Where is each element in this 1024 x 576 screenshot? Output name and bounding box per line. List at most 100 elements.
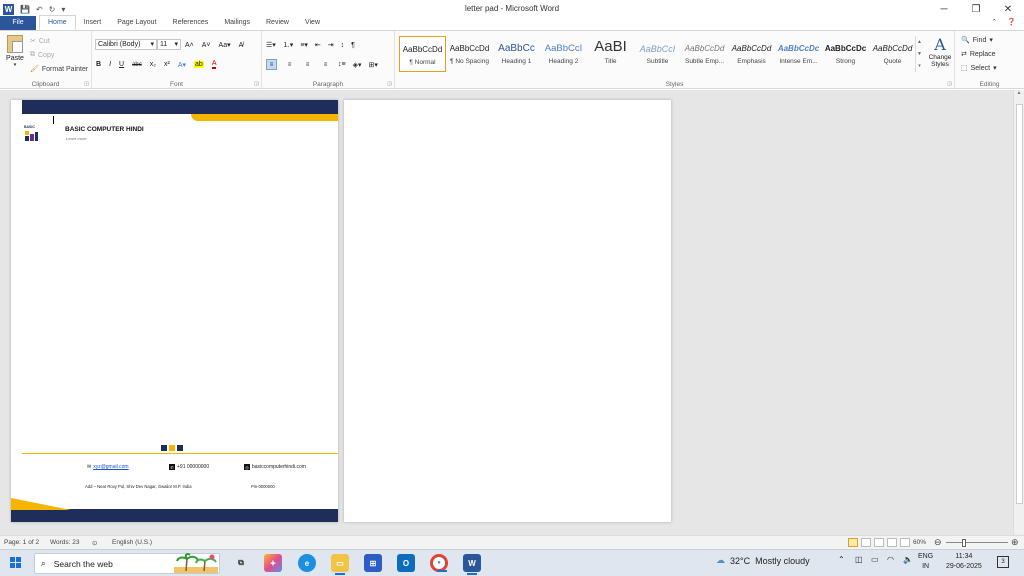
zoom-level[interactable]: 60% <box>913 539 926 546</box>
sort-icon[interactable]: ↕ <box>341 42 345 49</box>
font-launcher-icon[interactable]: ◲ <box>254 81 259 87</box>
bold-button[interactable]: B <box>96 61 101 68</box>
scroll-thumb[interactable] <box>1016 104 1023 504</box>
decrease-indent-icon[interactable]: ⇤ <box>315 41 321 49</box>
edge-browser-icon[interactable]: e <box>298 554 316 572</box>
chevron-down-icon[interactable]: ▼ <box>916 48 923 60</box>
change-styles-button[interactable]: A Change Styles <box>927 35 953 68</box>
redo-icon[interactable]: ↻ <box>49 5 56 14</box>
page-2[interactable] <box>344 100 671 522</box>
tab-page-layout[interactable]: Page Layout <box>109 16 164 30</box>
find-button[interactable]: 🔍 Find ▾ <box>961 36 993 45</box>
close-icon[interactable]: ✕ <box>992 0 1024 18</box>
print-layout-view-icon[interactable] <box>848 538 858 547</box>
multilevel-list-icon[interactable]: ≡▾ <box>300 41 308 49</box>
tab-mailings[interactable]: Mailings <box>216 16 258 30</box>
file-explorer-icon[interactable]: ▭ <box>331 554 349 575</box>
customize-qat-icon[interactable]: ▾ <box>61 5 65 14</box>
format-painter-button[interactable]: 🖌 Format Painter <box>30 65 88 74</box>
font-color-icon[interactable]: A <box>211 60 217 69</box>
change-case-icon[interactable]: Aa▾ <box>219 41 231 49</box>
increase-indent-icon[interactable]: ⇥ <box>328 41 334 49</box>
zoom-in-icon[interactable]: ⊕ <box>1011 537 1019 548</box>
language-indicator-tray[interactable]: ENG IN <box>918 552 933 572</box>
word-taskbar-icon[interactable]: W <box>463 554 481 575</box>
style-intense-emphasis[interactable]: AaBbCcDc Intense Em... <box>775 36 822 72</box>
language-indicator[interactable]: English (U.S.) <box>112 539 152 546</box>
paste-button[interactable]: Paste ▾ <box>4 35 26 68</box>
word-count[interactable]: Words: 23 <box>50 539 80 546</box>
document-area[interactable]: BASIC BASIC COMPUTER HINDI Learn more ✉ … <box>0 90 1013 535</box>
zoom-out-icon[interactable]: ⊖ <box>934 537 942 548</box>
minimize-ribbon-icon[interactable]: ⌃ <box>991 18 997 26</box>
battery-icon[interactable]: ▭ <box>871 555 879 564</box>
tab-view[interactable]: View <box>297 16 328 30</box>
tab-file[interactable]: File <box>0 16 36 30</box>
line-spacing-icon[interactable]: ↕≡ <box>338 61 346 68</box>
page-1[interactable]: BASIC BASIC COMPUTER HINDI Learn more ✉ … <box>11 100 338 522</box>
style-no-spacing[interactable]: AaBbCcDd ¶ No Spacing <box>446 36 493 72</box>
help-icon[interactable]: ❓ <box>1007 18 1016 26</box>
tab-home[interactable]: Home <box>39 15 76 30</box>
shading-icon[interactable]: ◈▾ <box>353 61 362 69</box>
style-heading-1[interactable]: AaBbCc Heading 1 <box>493 36 540 72</box>
underline-button[interactable]: U <box>119 61 124 68</box>
replace-button[interactable]: ⇄ Replace <box>961 50 996 59</box>
search-highlight-palm-icon[interactable] <box>174 553 218 573</box>
bullets-icon[interactable]: ☰▾ <box>266 41 276 49</box>
restore-icon[interactable]: ❐ <box>960 0 992 18</box>
scroll-up-icon[interactable]: ▲ <box>1014 90 1024 99</box>
clipboard-launcher-icon[interactable]: ◲ <box>84 81 89 87</box>
align-right-icon[interactable]: ≡ <box>302 59 313 70</box>
proofing-icon[interactable]: ⊙ <box>92 539 97 547</box>
save-icon[interactable]: 💾 <box>20 5 30 14</box>
styles-gallery-scroll[interactable]: ▲ ▼ ▾ <box>915 36 923 72</box>
full-screen-view-icon[interactable] <box>861 538 871 547</box>
outlook-icon[interactable]: O <box>397 554 415 572</box>
show-formatting-icon[interactable]: ¶ <box>351 42 355 49</box>
email-link[interactable]: xyz@gmail.com <box>93 464 128 470</box>
justify-icon[interactable]: ≡ <box>320 59 331 70</box>
font-name-select[interactable]: Calibri (Body) ▾ <box>95 39 157 50</box>
weather-widget[interactable]: ☁ 32°C Mostly cloudy <box>716 555 810 566</box>
store-icon[interactable]: ⊞ <box>364 554 382 572</box>
select-button[interactable]: ⬚ Select ▾ <box>961 64 997 73</box>
volume-icon[interactable]: 🔈 <box>903 555 913 564</box>
copy-button[interactable]: ⧉ Copy <box>30 51 54 59</box>
windows-start-icon[interactable] <box>10 557 22 569</box>
tab-insert[interactable]: Insert <box>76 16 110 30</box>
vertical-scrollbar[interactable]: ▲ <box>1013 90 1024 535</box>
undo-icon[interactable]: ↶ <box>36 5 43 14</box>
style-emphasis[interactable]: AaBbCcDd Emphasis <box>728 36 775 72</box>
clear-formatting-icon[interactable]: A̸ <box>239 42 244 49</box>
shrink-font-icon[interactable]: A˅ <box>202 42 211 49</box>
paragraph-launcher-icon[interactable]: ◲ <box>387 81 392 87</box>
draft-view-icon[interactable] <box>900 538 910 547</box>
style-subtle-emphasis[interactable]: AaBbCcDd Subtle Emp... <box>681 36 728 72</box>
text-effects-icon[interactable]: A▾ <box>178 61 186 69</box>
borders-icon[interactable]: ⊞▾ <box>369 61 378 69</box>
grow-font-icon[interactable]: A˄ <box>185 42 194 49</box>
numbering-icon[interactable]: ⒈▾ <box>283 40 294 50</box>
copilot-icon[interactable]: ✦ <box>264 554 282 572</box>
more-styles-icon[interactable]: ▾ <box>916 60 923 72</box>
cut-button[interactable]: ✂ Cut <box>30 37 50 46</box>
show-hidden-icons-icon[interactable]: ⌃ <box>838 555 845 564</box>
styles-launcher-icon[interactable]: ◲ <box>947 81 952 87</box>
style-quote[interactable]: AaBbCcDd Quote <box>869 36 916 72</box>
align-left-icon[interactable]: ≡ <box>266 59 277 70</box>
chevron-up-icon[interactable]: ▲ <box>916 36 923 48</box>
style-heading-2[interactable]: AaBbCcI Heading 2 <box>540 36 587 72</box>
chrome-icon[interactable]: ● <box>430 554 448 572</box>
outline-view-icon[interactable] <box>887 538 897 547</box>
align-center-icon[interactable]: ≡ <box>284 59 295 70</box>
style-title[interactable]: AaBI Title <box>587 36 634 72</box>
highlight-icon[interactable]: ab <box>194 61 204 68</box>
style-subtitle[interactable]: AaBbCcI Subtitle <box>634 36 681 72</box>
style-strong[interactable]: AaBbCcDc Strong <box>822 36 869 72</box>
tab-references[interactable]: References <box>165 16 217 30</box>
notification-center-icon[interactable]: 3 <box>997 556 1009 568</box>
zoom-slider-thumb[interactable] <box>962 539 966 547</box>
task-view-icon[interactable]: ⧉ <box>232 554 250 572</box>
superscript-button[interactable]: x² <box>164 61 170 68</box>
